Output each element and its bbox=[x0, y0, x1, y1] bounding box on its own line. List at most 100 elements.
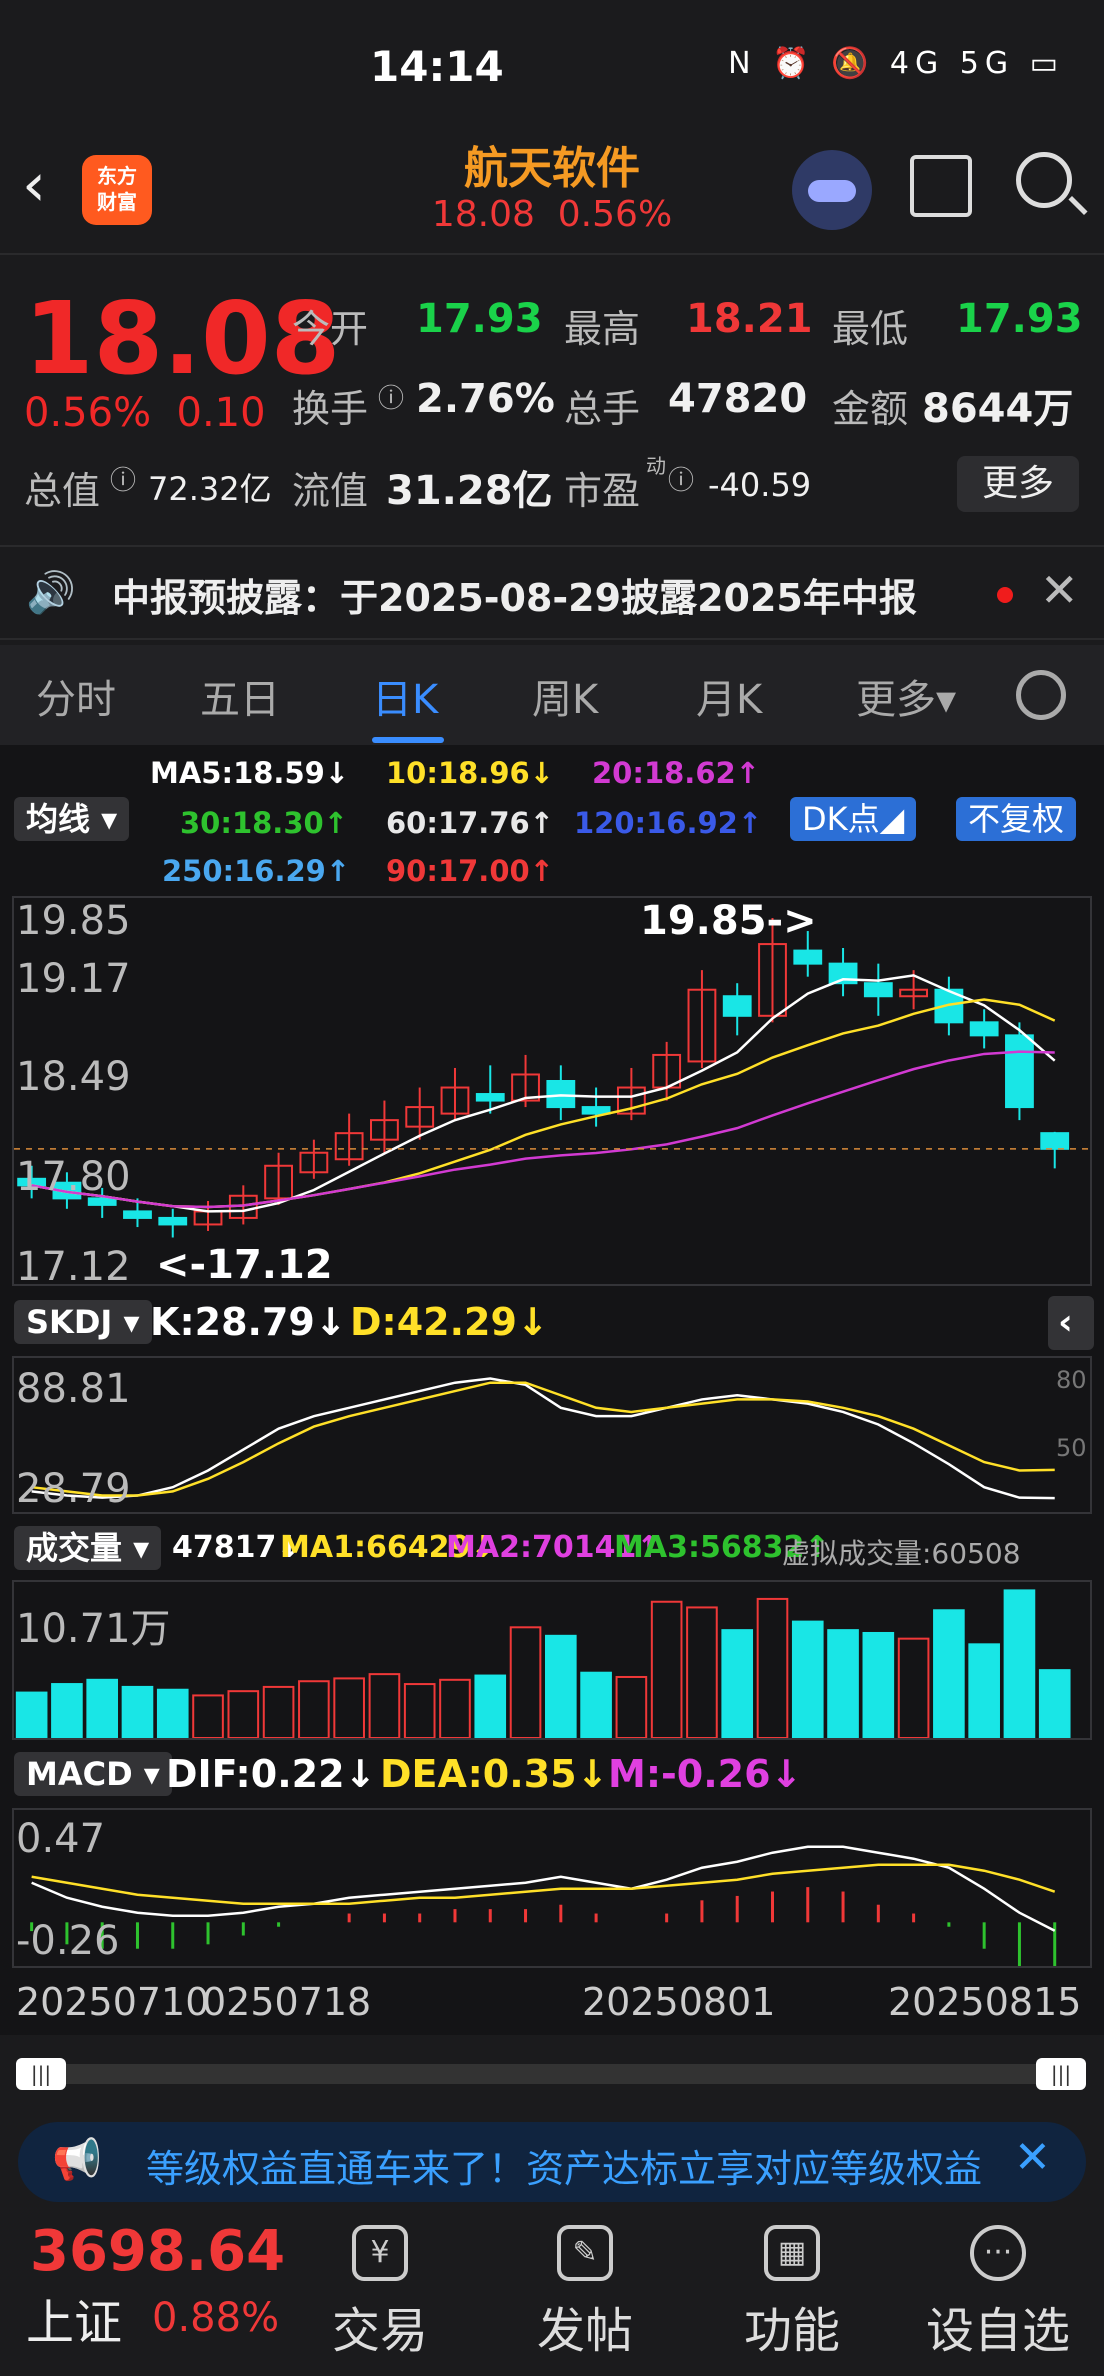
info-icon[interactable]: ⓘ bbox=[668, 460, 694, 497]
change-info: 0.56% 0.10 bbox=[24, 390, 266, 436]
volume-bar bbox=[791, 1620, 824, 1738]
range-scrollbar[interactable]: ||| ||| bbox=[16, 2058, 1086, 2090]
volume-bar bbox=[333, 1677, 365, 1738]
close-icon[interactable]: ✕ bbox=[1014, 2132, 1051, 2183]
more-dots-icon: ··· bbox=[970, 2225, 1026, 2281]
gear-icon[interactable] bbox=[1016, 670, 1066, 720]
low-label: 最低 bbox=[832, 307, 909, 351]
macd-dropdown[interactable]: MACD ▾ bbox=[14, 1752, 172, 1796]
volume-value: 47820 bbox=[668, 376, 808, 422]
announcement-bar[interactable]: 🔊 中报预披露：于2025-08-29披露2025年中报 ✕ bbox=[0, 545, 1104, 640]
unread-dot bbox=[997, 587, 1013, 603]
index-change: 0.88% bbox=[152, 2295, 280, 2341]
nav-post[interactable]: ✎ 发帖 bbox=[505, 2225, 665, 2361]
volume-bar bbox=[509, 1626, 542, 1738]
volume-bar bbox=[933, 1609, 965, 1738]
candle-body bbox=[123, 1210, 152, 1219]
volume-bar bbox=[192, 1694, 224, 1738]
bottom-navigation: 3698.64 上证 0.88% ¥ 交易 ✎ 发帖 ▦ 功能 ··· 设自选 bbox=[0, 2205, 1104, 2376]
macd-panel[interactable] bbox=[12, 1808, 1092, 1968]
skdj-y-top: 88.81 bbox=[16, 1366, 131, 1412]
mktcap-value: 72.32亿 bbox=[148, 470, 272, 508]
volume-panel[interactable] bbox=[12, 1580, 1092, 1740]
volume-chart bbox=[15, 1589, 1071, 1738]
open-label: 今开 bbox=[292, 307, 369, 351]
tab-5day[interactable]: 五日 bbox=[200, 667, 280, 725]
macd-m: M:-0.26↓ bbox=[608, 1752, 803, 1796]
volume-bar bbox=[156, 1688, 189, 1738]
announcement-text[interactable]: 中报预披露：于2025-08-29披露2025年中报 bbox=[112, 567, 917, 622]
date-label: 0250718 bbox=[202, 1980, 372, 2024]
low-value: 17.93 bbox=[956, 296, 1083, 342]
volume-bar bbox=[897, 1637, 930, 1738]
index-value[interactable]: 3698.64 bbox=[30, 2219, 285, 2284]
promo-banner[interactable]: 📢 等级权益直通车来了！资产达标立享对应等级权益 ✕ bbox=[18, 2122, 1086, 2202]
ma20-label: 20:18.62↑ bbox=[592, 756, 760, 790]
volume-bar bbox=[439, 1678, 471, 1738]
close-icon[interactable]: ✕ bbox=[1040, 563, 1079, 617]
kline-panel[interactable] bbox=[12, 896, 1092, 1286]
candle-body bbox=[546, 1080, 576, 1109]
edit-icon: ✎ bbox=[557, 2225, 613, 2281]
tab-monthly-k[interactable]: 月K bbox=[696, 667, 762, 725]
volume-bar bbox=[368, 1673, 401, 1738]
candle-body bbox=[158, 1216, 188, 1226]
active-tab-indicator bbox=[372, 737, 444, 743]
volume-bar bbox=[862, 1631, 895, 1738]
adjust-button[interactable]: 不复权 bbox=[956, 797, 1077, 841]
collapse-icon[interactable]: ‹ bbox=[1048, 1296, 1094, 1350]
nav-trade[interactable]: ¥ 交易 bbox=[300, 2225, 460, 2361]
tab-intraday[interactable]: 分时 bbox=[36, 667, 116, 725]
volume-dropdown[interactable]: 成交量 ▾ bbox=[14, 1526, 162, 1570]
macd-y-bottom: -0.26 bbox=[16, 1918, 120, 1964]
search-icon[interactable] bbox=[1016, 152, 1072, 208]
nav-features[interactable]: ▦ 功能 bbox=[712, 2225, 872, 2361]
skdj-panel[interactable] bbox=[12, 1356, 1092, 1514]
virtual-volume: 虚拟成交量:60508 bbox=[782, 1537, 1021, 1570]
ma120-label: 120:16.92↑ bbox=[574, 806, 763, 840]
candle-body bbox=[1040, 1132, 1070, 1150]
kline-chart[interactable] bbox=[14, 898, 1090, 1284]
y-axis-3: 18.49 bbox=[16, 1054, 131, 1100]
more-button[interactable]: 更多 bbox=[957, 456, 1079, 512]
turnover-label: 换手 bbox=[292, 387, 369, 431]
pe-value: -40.59 bbox=[708, 466, 812, 504]
index-name[interactable]: 上证 bbox=[26, 2283, 122, 2353]
date-label: 20250801 bbox=[582, 1980, 776, 2024]
volume-bar bbox=[756, 1597, 789, 1738]
tab-weekly-k[interactable]: 周K bbox=[532, 667, 598, 725]
volume-bar bbox=[545, 1634, 577, 1738]
skdj-ref-50: 50 bbox=[1056, 1434, 1087, 1462]
range-handle-left[interactable]: ||| bbox=[16, 2058, 66, 2090]
skdj-dropdown[interactable]: SKDJ ▾ bbox=[14, 1300, 152, 1344]
ma90-label: 90:17.00↑ bbox=[386, 854, 554, 888]
skdj-d: D:42.29↓ bbox=[350, 1300, 549, 1344]
volume-bar bbox=[15, 1691, 48, 1738]
skdj-chart bbox=[31, 1377, 1055, 1500]
info-icon[interactable]: ⓘ bbox=[378, 378, 404, 415]
candle-body bbox=[1005, 1034, 1034, 1109]
speaker-icon: 🔊 bbox=[26, 570, 76, 616]
date-label: 20250710 bbox=[16, 1980, 210, 2024]
volume-bar bbox=[474, 1674, 507, 1738]
promo-text[interactable]: 等级权益直通车来了！资产达标立享对应等级权益 bbox=[146, 2138, 996, 2193]
info-icon[interactable]: ⓘ bbox=[110, 460, 136, 497]
amount-value: 8644万 bbox=[922, 386, 1074, 432]
volume-bar bbox=[827, 1629, 859, 1738]
macd-dea: DEA:0.35↓ bbox=[380, 1752, 609, 1796]
dk-point-button[interactable]: DK点◢ bbox=[790, 797, 917, 841]
assistant-robot-icon[interactable] bbox=[792, 150, 872, 230]
volume-bar bbox=[86, 1678, 119, 1738]
tab-more[interactable]: 更多▾ bbox=[856, 667, 956, 725]
y-axis-4: 17.80 bbox=[16, 1154, 131, 1200]
turnover-value: 2.76% bbox=[416, 376, 555, 422]
range-handle-right[interactable]: ||| bbox=[1036, 2058, 1086, 2090]
tab-daily-k[interactable]: 日K bbox=[372, 667, 438, 725]
ma-dropdown[interactable]: 均线 ▾ bbox=[14, 797, 130, 841]
ma250-label: 250:16.29↑ bbox=[162, 854, 351, 888]
ma60-label: 60:17.76↑ bbox=[386, 806, 554, 840]
nav-watchlist[interactable]: ··· 设自选 bbox=[918, 2225, 1078, 2361]
pe-label: 市盈 bbox=[564, 469, 641, 513]
candle-body bbox=[722, 995, 752, 1017]
share-icon[interactable] bbox=[910, 155, 972, 217]
